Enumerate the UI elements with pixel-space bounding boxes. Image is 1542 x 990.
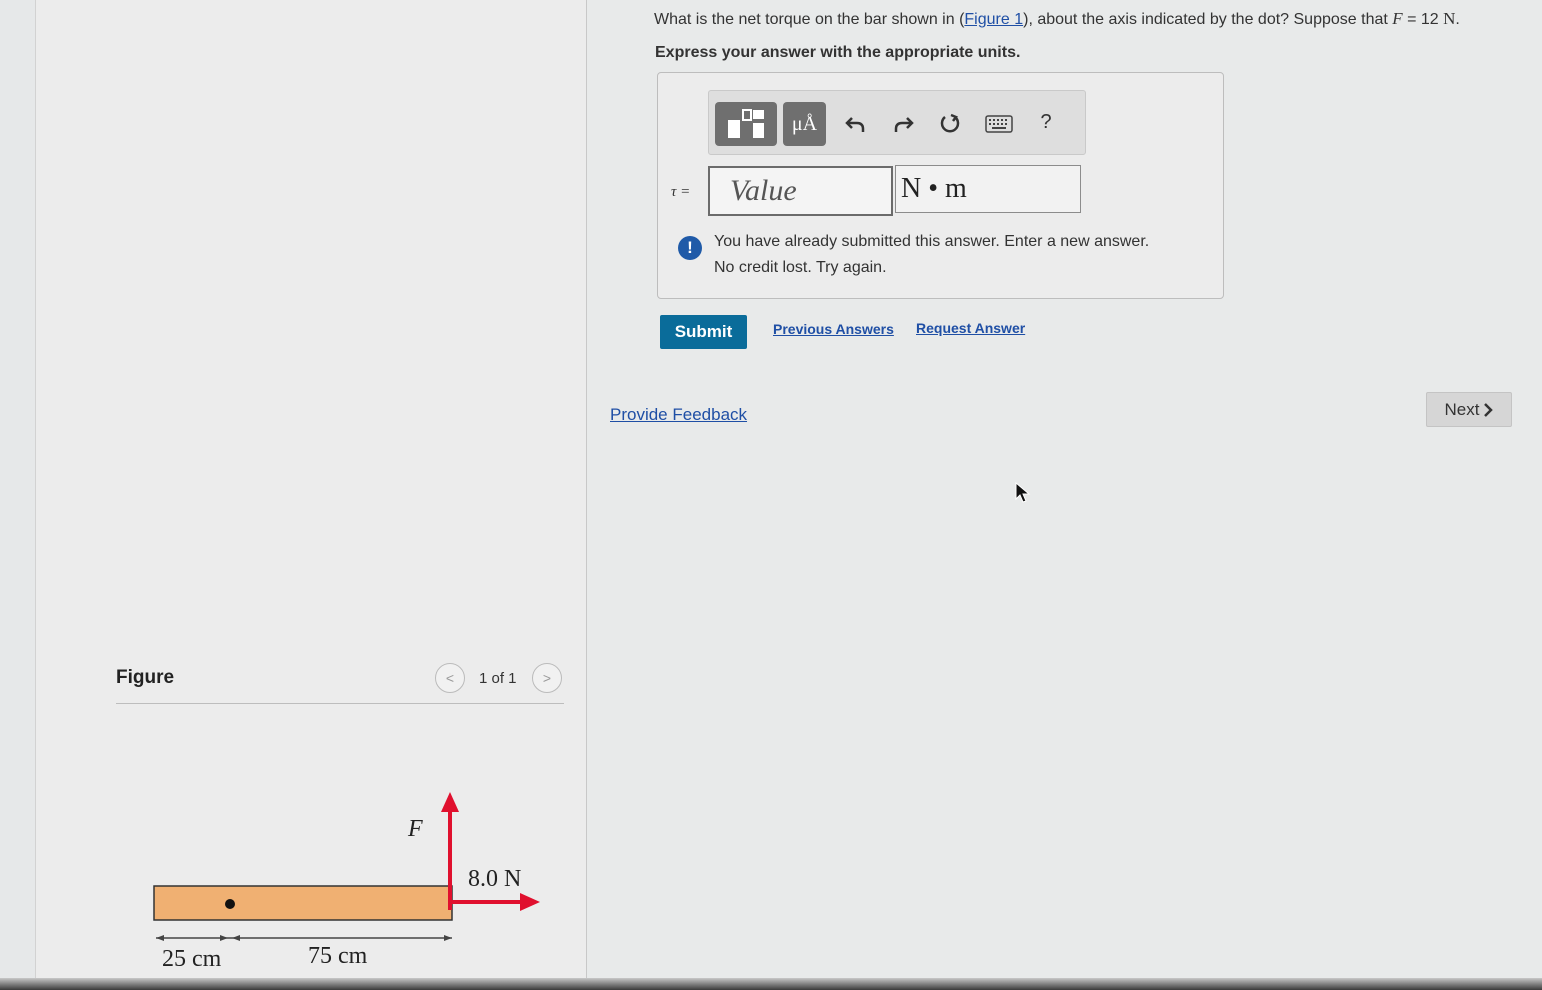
bar (153, 885, 453, 921)
torque-figure: F 8.0 N 25 cm 75 cm (153, 792, 540, 972)
templates-icon (728, 109, 764, 138)
units-button[interactable]: μÅ (783, 102, 826, 146)
dim-arrow-right (444, 935, 452, 941)
chevron-right-icon (1484, 402, 1494, 417)
chevron-right-icon: > (542, 670, 552, 686)
question-prefix: What is the net torque on the bar shown … (654, 11, 965, 28)
next-label: Next (1444, 399, 1480, 419)
reset-icon (940, 113, 960, 133)
keyboard-icon (985, 115, 1013, 133)
redo-icon (894, 117, 914, 132)
figure-next-button[interactable]: > (532, 663, 562, 693)
keyboard-button[interactable] (983, 108, 1015, 140)
force-f-arrowhead (441, 792, 459, 812)
redo-button[interactable] (889, 106, 919, 142)
chevron-left-icon: < (445, 670, 455, 686)
dim-arrow-mid-left (220, 935, 228, 941)
question-end: . (1455, 11, 1460, 28)
force-unit: N (1443, 9, 1456, 28)
axis-dot (225, 899, 235, 909)
torque-label: τ = (671, 184, 691, 200)
dim-75cm-label: 75 cm (308, 943, 368, 969)
next-button[interactable]: Next (1426, 392, 1512, 427)
figure-divider (116, 703, 564, 704)
screen-bottom-edge (0, 978, 1542, 990)
instruction-text: Express your answer with the appropriate… (655, 44, 1021, 61)
force-8n-label: 8.0 N (468, 866, 521, 892)
submit-button[interactable]: Submit (660, 315, 747, 349)
figure-prev-button[interactable]: < (435, 663, 465, 693)
force-variable: F (1392, 9, 1403, 28)
alert-hint: No credit lost. Try again. (714, 259, 887, 276)
provide-feedback-link[interactable]: Provide Feedback (610, 405, 747, 425)
figure-title: Figure (116, 667, 175, 688)
help-button[interactable]: ? (1033, 106, 1059, 138)
dim-arrow-mid-right (232, 935, 240, 941)
previous-answers-link[interactable]: Previous Answers (773, 321, 894, 337)
figure-link[interactable]: Figure 1 (964, 11, 1023, 28)
dim-arrow-left (156, 935, 164, 941)
undo-button[interactable] (840, 106, 870, 142)
value-input[interactable] (708, 166, 893, 216)
units-field[interactable]: N • m (895, 165, 1081, 213)
alert-icon: ! (678, 236, 702, 260)
force-equals: = 12 (1402, 11, 1444, 28)
force-8n-arrowhead (520, 893, 540, 911)
request-answer-link[interactable]: Request Answer (916, 320, 1025, 336)
undo-icon (845, 117, 865, 132)
figure-counter: 1 of 1 (479, 670, 517, 687)
alert-message: You have already submitted this answer. … (714, 233, 1150, 250)
question-text: What is the net torque on the bar shown … (654, 9, 1460, 29)
reset-button[interactable] (935, 106, 965, 142)
dim-25cm-label: 25 cm (162, 946, 222, 972)
mouse-cursor-icon (1015, 482, 1031, 503)
question-suffix: ), about the axis indicated by the dot? … (1023, 11, 1393, 28)
force-f-label: F (407, 816, 423, 842)
templates-button[interactable] (715, 102, 777, 146)
